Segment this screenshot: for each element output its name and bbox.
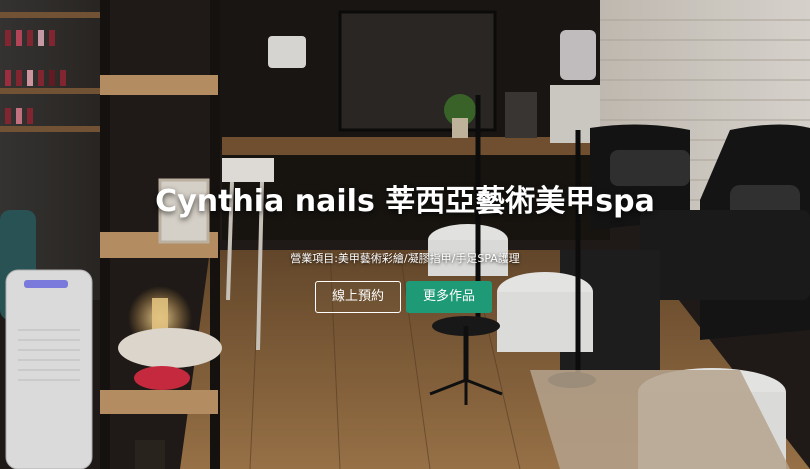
hero-banner: Cynthia nails 莘西亞藝術美甲spa 營業項目:美甲藝術彩繪/凝膠指…: [0, 0, 810, 469]
more-works-button[interactable]: 更多作品: [406, 281, 492, 313]
book-online-button[interactable]: 線上預約: [315, 281, 401, 313]
hero-title: Cynthia nails 莘西亞藝術美甲spa: [155, 184, 655, 219]
dark-overlay: [0, 0, 810, 469]
hero-subtitle: 營業項目:美甲藝術彩繪/凝膠指甲/手足SPA護理: [290, 252, 520, 265]
